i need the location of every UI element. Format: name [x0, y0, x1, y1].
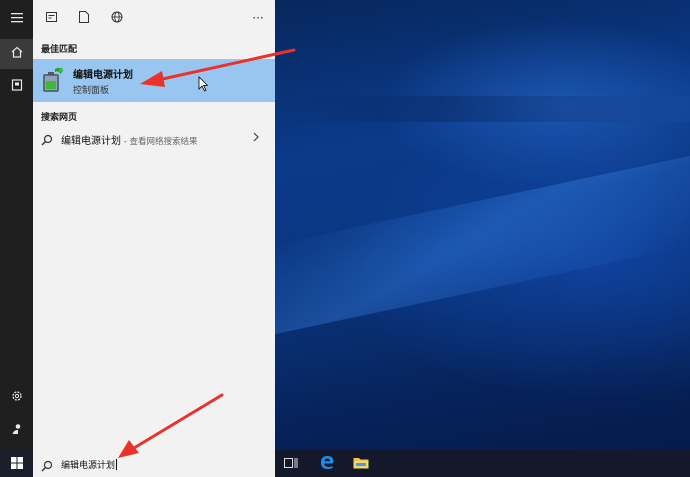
chevron-right-icon [252, 130, 260, 147]
settings-icon [11, 390, 23, 406]
web-result-label: 编辑电源计划 - 查看网络搜索结果 [61, 132, 197, 147]
home-button[interactable] [0, 39, 33, 69]
search-icon [41, 457, 53, 476]
home-icon [11, 46, 23, 62]
documents-icon [11, 79, 23, 95]
more-icon: ··· [252, 11, 264, 25]
text-caret [116, 459, 118, 470]
task-view-icon [284, 454, 298, 473]
settings-button[interactable] [0, 383, 33, 413]
best-match-subtitle: 控制面板 [73, 86, 110, 96]
start-button[interactable] [0, 450, 33, 477]
documents-button[interactable] [0, 72, 33, 102]
hamburger-icon [10, 12, 23, 27]
edge-icon [320, 454, 334, 473]
search-results-panel: ··· 最佳匹配 编辑电源计划 控制面板 搜索网页 编辑电源计划 - 查看网络搜… [33, 0, 275, 450]
file-explorer-button[interactable] [346, 450, 376, 477]
wallpaper-light-beam [275, 155, 690, 335]
best-match-title: 编辑电源计划 [73, 70, 133, 81]
windows-icon [10, 454, 23, 473]
hamburger-menu-button[interactable] [0, 4, 33, 34]
mouse-cursor [198, 76, 209, 96]
user-button[interactable] [0, 416, 33, 446]
search-icon [41, 131, 53, 150]
apps-filter-button[interactable] [41, 8, 61, 28]
edge-browser-button[interactable] [312, 450, 342, 477]
power-options-icon [40, 65, 66, 95]
user-icon [11, 423, 23, 439]
more-options-button[interactable]: ··· [248, 8, 268, 28]
web-filter-button[interactable] [107, 8, 127, 28]
start-left-rail [0, 0, 33, 477]
web-search-result[interactable]: 编辑电源计划 - 查看网络搜索结果 [33, 127, 275, 151]
best-match-heading: 最佳匹配 [41, 45, 78, 55]
documents-filter-button[interactable] [74, 8, 94, 28]
web-search-heading: 搜索网页 [41, 113, 78, 123]
best-match-result[interactable]: 编辑电源计划 控制面板 [33, 59, 275, 102]
task-view-button[interactable] [276, 450, 306, 477]
panel-filter-bar: ··· [33, 0, 275, 36]
taskbar-search-box[interactable]: 编辑电源计划 [33, 450, 275, 477]
web-result-hint: - 查看网络搜索结果 [121, 137, 198, 147]
apps-icon [45, 11, 57, 25]
file-explorer-icon [353, 454, 369, 473]
wallpaper-light-band [275, 96, 690, 122]
search-input[interactable]: 编辑电源计划 [61, 458, 118, 471]
search-input-value: 编辑电源计划 [61, 461, 116, 471]
globe-icon [111, 11, 123, 26]
document-icon [79, 10, 89, 26]
web-result-query: 编辑电源计划 [61, 136, 121, 147]
